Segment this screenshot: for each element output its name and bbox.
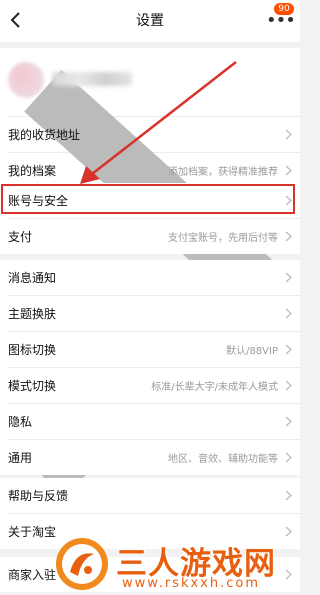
watermark-logo-icon: [56, 538, 108, 590]
notification-badge: 90: [274, 3, 294, 15]
settings-row-address[interactable]: 我的收货地址: [0, 117, 300, 152]
blurred-username: [52, 72, 132, 86]
settings-row-label: 通用: [8, 451, 33, 465]
settings-row-label: 消息通知: [8, 271, 57, 285]
settings-row-detail: 默认/88VIP: [226, 346, 278, 357]
settings-group-account: 我的收货地址 我的档案 添加档案，获得精准推荐: [0, 48, 300, 498]
chevron-right-icon: [285, 231, 292, 242]
settings-row-theme[interactable]: 主题换肤: [0, 296, 300, 331]
settings-row-privacy[interactable]: 隐私: [0, 404, 300, 439]
settings-row-label: 我的收货地址: [8, 128, 81, 142]
watermark: 三人游戏网 www.rskxxh.com: [50, 530, 300, 595]
settings-row-label: 我的档案: [8, 164, 57, 178]
settings-row-label: 账号与安全: [8, 194, 69, 208]
settings-row-label: 帮助与反馈: [8, 489, 69, 503]
chevron-right-icon: [285, 195, 292, 206]
settings-row-notifications[interactable]: 消息通知: [0, 260, 300, 295]
settings-row-label: 模式切换: [8, 379, 57, 393]
settings-row-label: 关于淘宝: [8, 525, 57, 539]
profile-row[interactable]: [0, 48, 300, 498]
settings-group-security: 账号与安全 支付 支付宝账号，先用后付等: [0, 183, 300, 254]
chevron-right-icon: [285, 344, 292, 355]
settings-row-general[interactable]: 通用 地区、音效、辅助功能等: [0, 440, 300, 475]
settings-row-icon-switch[interactable]: 图标切换 默认/88VIP: [0, 332, 300, 367]
settings-row-label: 图标切换: [8, 343, 57, 357]
settings-row-detail: 支付宝账号，先用后付等: [168, 233, 278, 244]
settings-row-account-security[interactable]: 账号与安全: [0, 183, 300, 218]
chevron-right-icon: [285, 380, 292, 391]
settings-row-detail: 标准/长辈大字/未成年人模式: [151, 382, 278, 393]
top-bar: 设置 ••• 90: [0, 0, 300, 42]
settings-row-help-feedback[interactable]: 帮助与反馈: [0, 478, 300, 513]
chevron-right-icon: [285, 490, 292, 501]
chevron-right-icon: [285, 272, 292, 283]
settings-row-detail: 地区、音效、辅助功能等: [168, 454, 278, 465]
settings-row-label: 支付: [8, 230, 33, 244]
settings-row-detail: 添加档案，获得精准推荐: [168, 167, 278, 178]
page-title: 设置: [136, 13, 164, 29]
watermark-url: www.rskxxh.com: [122, 576, 261, 591]
settings-row-payment[interactable]: 支付 支付宝账号，先用后付等: [0, 219, 300, 254]
settings-group-preferences: 消息通知 主题换肤 图标切换 默认/88VIP 模式切换 标准/长辈大字/未成年…: [0, 260, 300, 475]
chevron-right-icon: [285, 416, 292, 427]
avatar: [8, 62, 44, 98]
chevron-right-icon: [285, 165, 292, 176]
settings-row-label: 隐私: [8, 415, 33, 429]
chevron-right-icon: [285, 308, 292, 319]
settings-row-mode-switch[interactable]: 模式切换 标准/长辈大字/未成年人模式: [0, 368, 300, 403]
chevron-right-icon: [285, 452, 292, 463]
settings-row-label: 主题换肤: [8, 307, 57, 321]
more-button[interactable]: ••• 90: [266, 3, 296, 30]
chevron-right-icon: [285, 129, 292, 140]
settings-row-label: 商家入驻: [8, 568, 57, 582]
